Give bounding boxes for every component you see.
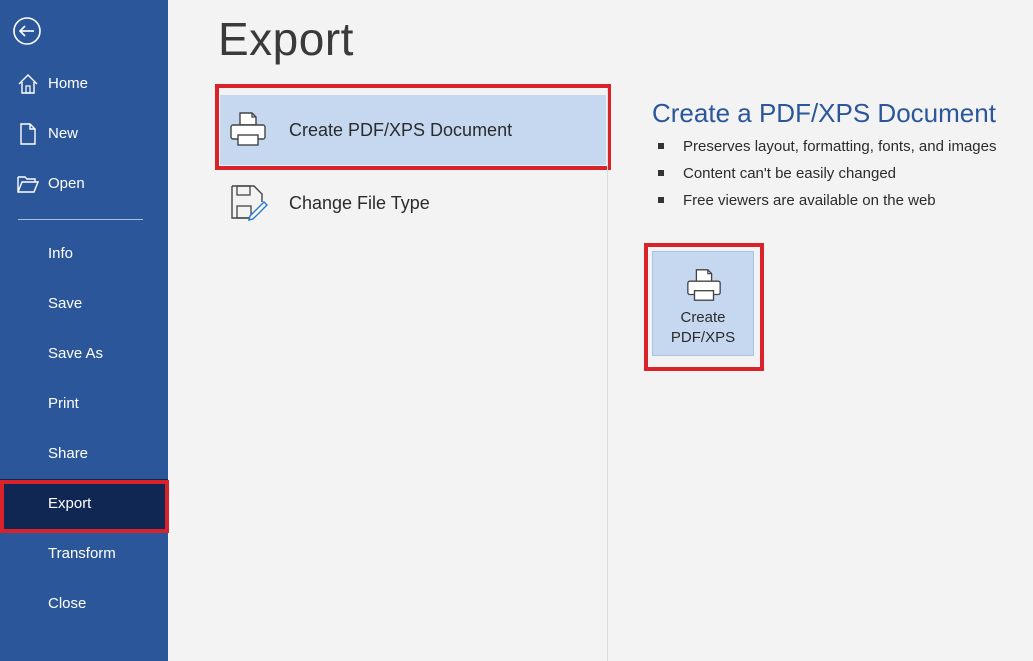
create-pdf-xps-button[interactable]: Create PDF/XPS — [652, 251, 754, 356]
printer-pdf-icon — [228, 109, 268, 149]
button-label: Create PDF/XPS — [653, 308, 753, 348]
sidebar-item-transform[interactable]: Transform — [0, 529, 168, 579]
sidebar-divider — [18, 219, 143, 220]
new-document-icon — [17, 123, 39, 145]
sidebar-item-close[interactable]: Close — [0, 579, 168, 629]
button-label-line2: PDF/XPS — [670, 329, 736, 346]
options-divider — [607, 88, 608, 661]
sidebar-item-new[interactable]: New — [0, 109, 168, 159]
option-create-pdf-xps[interactable]: Create PDF/XPS Document — [220, 95, 606, 165]
list-item: Preserves layout, formatting, fonts, and… — [658, 134, 996, 161]
sidebar-item-label: Open — [48, 175, 85, 192]
sidebar-item-label: Transform — [48, 545, 116, 562]
sidebar-item-label: Home — [48, 75, 89, 92]
backstage-sidebar: Home New Open Info Save Save As Print Sh… — [0, 0, 168, 661]
sidebar-item-save[interactable]: Save — [0, 279, 168, 329]
printer-pdf-icon — [685, 266, 723, 304]
open-folder-icon — [17, 173, 40, 195]
page-title: Export — [218, 13, 354, 65]
sidebar-item-label: Save As — [48, 345, 104, 362]
change-file-type-icon — [228, 182, 269, 222]
button-label-line1: Create — [680, 309, 726, 326]
detail-title: Create a PDF/XPS Document — [652, 98, 996, 128]
sidebar-item-print[interactable]: Print — [0, 379, 168, 429]
sidebar-item-label: Save — [48, 295, 83, 312]
sidebar-item-label: Close — [48, 595, 87, 612]
sidebar-item-save-as[interactable]: Save As — [0, 329, 168, 379]
back-arrow-icon — [13, 17, 41, 45]
feature-list: Preserves layout, formatting, fonts, and… — [658, 134, 996, 215]
sidebar-item-open[interactable]: Open — [0, 159, 168, 209]
sidebar-item-export[interactable]: Export — [0, 479, 168, 529]
sidebar-item-label: Export — [48, 495, 92, 512]
back-button[interactable] — [12, 16, 42, 46]
option-label: Create PDF/XPS Document — [289, 120, 513, 140]
list-item: Free viewers are available on the web — [658, 188, 996, 215]
option-change-file-type[interactable]: Change File Type — [220, 168, 606, 238]
sidebar-item-label: New — [48, 125, 79, 142]
sidebar-item-label: Print — [48, 395, 79, 412]
sidebar-item-info[interactable]: Info — [0, 229, 168, 279]
sidebar-item-home[interactable]: Home — [0, 59, 168, 109]
home-icon — [17, 73, 39, 95]
sidebar-item-label: Info — [48, 245, 74, 262]
sidebar-item-share[interactable]: Share — [0, 429, 168, 479]
option-label: Change File Type — [289, 193, 430, 213]
list-item: Content can't be easily changed — [658, 161, 996, 188]
sidebar-item-label: Share — [48, 445, 89, 462]
